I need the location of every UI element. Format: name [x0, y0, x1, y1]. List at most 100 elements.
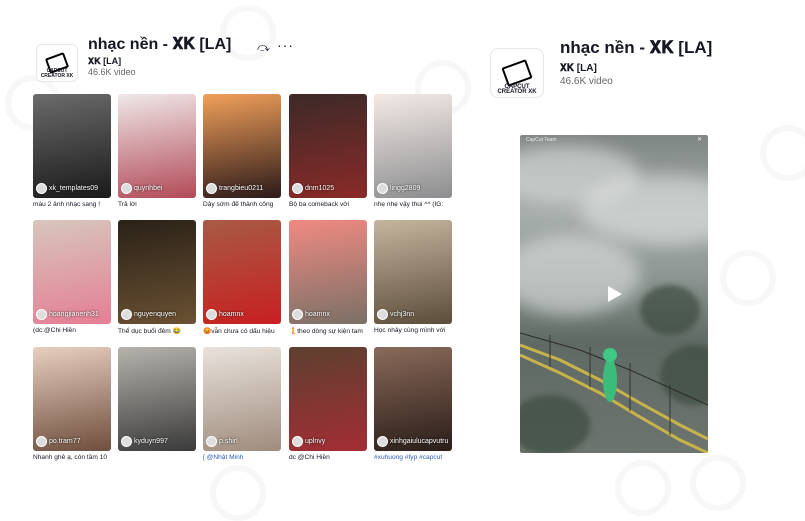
video-thumbnail[interactable]: nguyenquyen [118, 220, 196, 324]
video-username[interactable]: kyduyn997 [121, 436, 168, 447]
avatar [377, 436, 388, 447]
video-username[interactable]: quynhbei [121, 183, 162, 194]
video-thumbnail[interactable]: uplnvy [289, 347, 367, 451]
video-thumbnail[interactable]: dnm1025 [289, 94, 367, 198]
video-username[interactable]: uplnvy [292, 436, 325, 447]
sound-cover-logo[interactable]: CAPCUT CREATOR XK [490, 48, 544, 98]
video-card[interactable]: nguyenquyen Thể dục buổi đêm 😂 [118, 220, 196, 338]
video-card[interactable]: hoangjianenh31 (dc:@Chi Hiền [33, 220, 111, 338]
video-thumbnail[interactable]: xinhgaiulucapvutru [374, 347, 452, 451]
video-thumbnail[interactable]: lingg2809 [374, 94, 452, 198]
video-thumbnail[interactable]: hoamnx [203, 220, 281, 324]
video-thumbnail[interactable]: kyduyn997 [118, 347, 196, 451]
username-text: kyduyn997 [134, 438, 168, 445]
username-text: uplnvy [305, 438, 326, 445]
username-text: quynhbei [134, 185, 163, 192]
video-username[interactable]: dnm1025 [292, 183, 334, 194]
sound-author[interactable]: 𝐗𝐊 [LA] [88, 56, 121, 67]
avatar [36, 183, 47, 194]
username-text: lingg2809 [390, 185, 421, 192]
video-caption: Bộ ba comeback với [289, 201, 350, 208]
close-icon[interactable]: ✕ [697, 136, 702, 143]
sound-page-left: CAPCUT CREATOR XK nhạc nền - 𝐗𝐊 [LA] 𝐗𝐊 … [0, 0, 470, 505]
video-username[interactable]: hoamnx [292, 309, 330, 320]
video-thumbnail[interactable]: hoangjianenh31 [33, 220, 111, 324]
video-thumbnail[interactable]: vchj3nn [374, 220, 452, 324]
video-caption: 🧜theo dòng sự kiện tam [289, 328, 363, 335]
sound-header-right: CAPCUT CREATOR XK nhạc nền - 𝐗𝐊 [LA] 𝐗𝐊 … [490, 38, 790, 98]
video-card[interactable]: hoamnx 😡vẫn chưa có dấu hiệu [203, 220, 281, 338]
more-icon[interactable]: ··· [277, 37, 294, 53]
avatar [292, 183, 303, 194]
video-card[interactable]: vchj3nn Học nhảy cùng mình với [374, 220, 452, 338]
username-text: p.shirl [219, 438, 238, 445]
video-card[interactable]: quynhbei Trả lời [118, 94, 196, 212]
video-username[interactable]: p.shirl [206, 436, 238, 447]
video-card[interactable]: uplnvy dc @Chi Hiền [289, 347, 367, 465]
video-username[interactable]: nguyenquyen [121, 309, 176, 320]
video-card[interactable]: dnm1025 Bộ ba comeback với [289, 94, 367, 212]
video-count: 46.6K video [88, 67, 136, 77]
username-text: xinhgaiulucapvutru [390, 438, 449, 445]
sound-title: nhạc nền - 𝐗𝐊 [LA] [560, 38, 713, 57]
video-card[interactable]: hoamnx 🧜theo dòng sự kiện tam [289, 220, 367, 338]
sound-cover-logo[interactable]: CAPCUT CREATOR XK [36, 44, 78, 82]
video-thumbnail[interactable]: xk_templates09 [33, 94, 111, 198]
video-caption: mẫu 2 ảnh nhạc sang ! [33, 201, 101, 208]
sound-header: CAPCUT CREATOR XK nhạc nền - 𝐗𝐊 [LA] 𝐗𝐊 … [33, 36, 463, 84]
play-icon[interactable] [608, 286, 622, 302]
username-text: po.tram77 [49, 438, 81, 445]
video-thumbnail[interactable]: quynhbei [118, 94, 196, 198]
video-thumbnail[interactable]: hoamnx [289, 220, 367, 324]
video-caption: Học nhảy cùng mình với [374, 327, 446, 334]
video-caption: dc @Chi Hiền [289, 454, 330, 461]
username-text: hoamnx [219, 311, 244, 318]
video-thumbnail[interactable]: trangbieu0211 [203, 94, 281, 198]
sound-title: nhạc nền - 𝐗𝐊 [LA] [88, 36, 232, 53]
video-thumbnail[interactable]: p.shirl [203, 347, 281, 451]
avatar [292, 309, 303, 320]
video-username[interactable]: lingg2809 [377, 183, 420, 194]
video-card[interactable]: xinhgaiulucapvutru #xuhuong #fyp #capcut [374, 347, 452, 465]
video-thumbnail[interactable]: po.tram77 [33, 347, 111, 451]
video-username[interactable]: vchj3nn [377, 309, 414, 320]
video-card[interactable]: lingg2809 nhẹ nhẹ vậy thui ^^ (IG: [374, 94, 452, 212]
sound-author[interactable]: 𝐗𝐊 [LA] [560, 63, 597, 74]
video-username[interactable]: xinhgaiulucapvutru [377, 436, 448, 447]
video-card[interactable]: trangbieu0211 Dậy sớm để thành công [203, 94, 281, 212]
avatar [206, 436, 217, 447]
avatar [206, 183, 217, 194]
logo-caption: CAPCUT CREATOR XK [40, 68, 74, 79]
video-player[interactable]: CapCut Team ✕ [520, 135, 708, 453]
video-username[interactable]: trangbieu0211 [206, 183, 263, 194]
video-caption: 😡vẫn chưa có dấu hiệu [203, 328, 275, 335]
avatar [36, 309, 47, 320]
username-text: xk_templates09 [49, 185, 99, 192]
username-text: nguyenquyen [134, 311, 177, 318]
video-count: 46.6K video [560, 76, 613, 87]
video-username[interactable]: hoangjianenh31 [36, 309, 99, 320]
video-caption: (dc:@Chi Hiền [33, 327, 76, 334]
video-caption: [ @Nhật Minh [203, 454, 244, 461]
video-username[interactable]: po.tram77 [36, 436, 81, 447]
video-card[interactable]: p.shirl [ @Nhật Minh [203, 347, 281, 465]
video-username[interactable]: xk_templates09 [36, 183, 98, 194]
video-caption: Nhanh ghê ạ, còn tầm 10 [33, 454, 108, 461]
share-icon[interactable]: ⤼ [257, 40, 270, 55]
avatar [292, 436, 303, 447]
video-caption: #xuhuong #fyp #capcut [374, 454, 443, 461]
video-card[interactable]: xk_templates09 mẫu 2 ảnh nhạc sang ! [33, 94, 111, 212]
username-text: trangbieu0211 [219, 185, 264, 192]
video-card[interactable]: po.tram77 Nhanh ghê ạ, còn tầm 10 [33, 347, 111, 465]
avatar [121, 309, 132, 320]
video-caption: Trả lời [118, 201, 137, 208]
video-caption: Dậy sớm để thành công [203, 201, 274, 208]
avatar [377, 309, 388, 320]
username-text: vchj3nn [390, 311, 415, 318]
video-card[interactable]: kyduyn997 [118, 347, 196, 465]
username-text: hoangjianenh31 [49, 311, 99, 318]
capcut-logo-icon [501, 59, 533, 87]
avatar [36, 436, 47, 447]
video-username[interactable]: hoamnx [206, 309, 244, 320]
username-text: dnm1025 [305, 185, 335, 192]
